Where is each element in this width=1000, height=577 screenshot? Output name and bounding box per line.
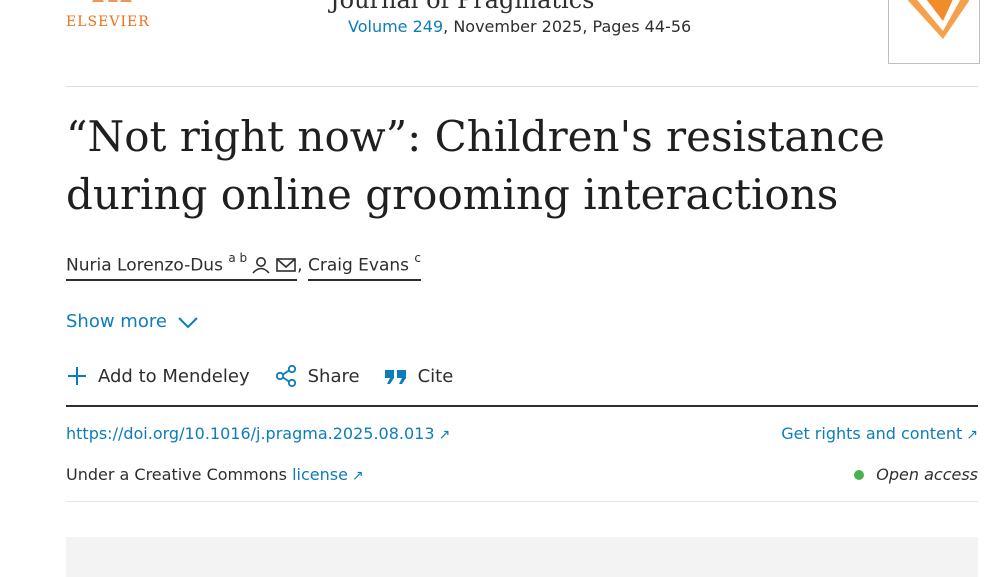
plus-icon	[68, 367, 86, 385]
elsevier-tree-logo	[92, 0, 132, 2]
author-separator: ,	[297, 255, 303, 276]
open-access-badge: Open access	[854, 465, 978, 484]
volume-link[interactable]: Volume 249	[348, 17, 443, 36]
author-name: Nuria Lorenzo-Dus	[66, 255, 223, 276]
share-label: Share	[307, 365, 360, 387]
show-more-label: Show more	[66, 311, 167, 332]
journal-cover-thumbnail[interactable]	[888, 0, 980, 64]
article-title: “Not right now”: Children's resistance d…	[66, 112, 885, 219]
meta-divider	[66, 501, 978, 502]
cover-art	[907, 0, 969, 39]
share-button[interactable]: Share	[274, 364, 360, 388]
author-link-lorenzo-dus[interactable]: Nuria Lorenzo-Dus a b	[66, 251, 298, 281]
doi-link[interactable]: https://doi.org/10.1016/j.pragma.2025.08…	[66, 424, 450, 443]
publisher-logo-text[interactable]: ELSEVIER	[66, 14, 150, 30]
external-link-icon: ↗	[966, 427, 978, 443]
rights-and-content-link[interactable]: Get rights and content ↗	[781, 424, 978, 443]
external-link-icon: ↗	[438, 427, 451, 443]
doi-text: https://doi.org/10.1016/j.pragma.2025.08…	[66, 424, 435, 443]
open-access-label: Open access	[876, 465, 978, 484]
author-link-evans[interactable]: Craig Evans c	[307, 251, 422, 281]
author-affiliation: a b	[228, 251, 248, 265]
mendeley-label: Add to Mendeley	[98, 365, 250, 387]
mail-icon	[276, 257, 296, 272]
share-icon	[275, 364, 296, 388]
quote-icon	[384, 370, 406, 384]
external-link-icon: ↗	[351, 468, 364, 484]
chevron-down-icon	[178, 316, 198, 328]
header-divider	[66, 86, 978, 87]
person-icon	[252, 256, 270, 274]
issue-info: Volume 249, November 2025, Pages 44-56	[348, 17, 691, 36]
cite-label: Cite	[417, 365, 454, 387]
author-name: Craig Evans	[307, 255, 410, 276]
license-link-text: license	[292, 465, 348, 484]
license-prefix: Under a Creative Commons	[66, 465, 287, 484]
license-link[interactable]: license ↗	[292, 465, 364, 484]
open-access-dot-icon	[854, 469, 865, 480]
issue-date-pages: , November 2025, Pages 44-56	[443, 17, 692, 36]
journal-title[interactable]: Journal of Pragmatics	[330, 0, 594, 14]
add-to-mendeley-button[interactable]: Add to Mendeley	[66, 365, 250, 387]
license-statement: Under a Creative Commons license ↗	[66, 465, 364, 484]
content-panel	[66, 537, 978, 577]
rights-text: Get rights and content	[781, 424, 963, 443]
author-affiliation: c	[414, 251, 422, 265]
article-actions-bar: Add to Mendeley Share Cite	[66, 364, 477, 388]
cite-button[interactable]: Cite	[384, 365, 454, 387]
show-more-button[interactable]: Show more	[66, 311, 199, 332]
author-list: Nuria Lorenzo-Dus a b, Craig Evans c	[66, 251, 422, 281]
actions-divider	[66, 405, 978, 407]
